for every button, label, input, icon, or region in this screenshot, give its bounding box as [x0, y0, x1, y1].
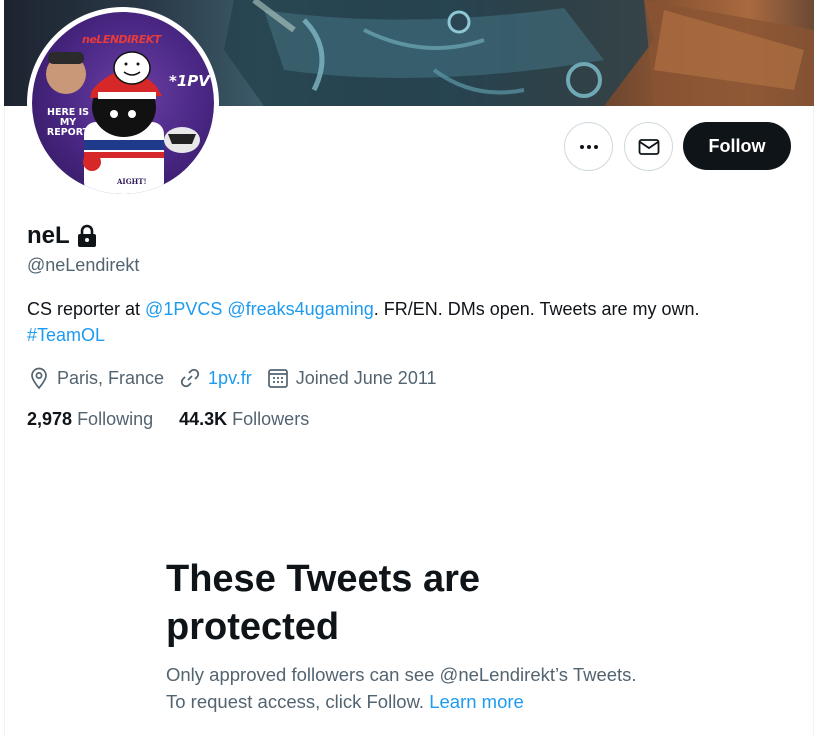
avatar[interactable]: neLENDIREKT *1PV HERE IS MY REPORT AIGHT… [27, 7, 219, 199]
protected-description: Only approved followers can see @neLendi… [166, 661, 646, 715]
avatar-tag-text: *1PV [169, 72, 210, 90]
following-link[interactable]: 2,978 Following [27, 409, 153, 430]
protected-title: These Tweets are protected [166, 558, 481, 648]
more-button[interactable] [564, 122, 613, 171]
joined-text: Joined June 2011 [295, 367, 437, 388]
mention-link-freaks4ugaming[interactable]: @freaks4ugaming [227, 299, 373, 319]
follow-counts: 2,978 Following 44.3K Followers [27, 409, 335, 430]
message-button[interactable] [624, 122, 673, 171]
bio-text: CS reporter at [27, 299, 146, 319]
hashtag-link[interactable]: #TeamOL [27, 325, 105, 345]
location-pin-icon [31, 367, 47, 390]
profile-bio: CS reporter at @1PVCS @freaks4ugaming. F… [27, 296, 797, 348]
followers-count: 44.3K [179, 409, 228, 429]
avatar-shirt-text: AIGHT! [117, 177, 147, 186]
protected-description-text: Only approved followers can see @neLendi… [166, 664, 637, 712]
avatar-report-text: HERE IS MY REPORT [46, 107, 90, 138]
envelope-icon [638, 138, 659, 155]
mention-link-1pvcs[interactable]: @1PVCS [145, 299, 222, 319]
following-count: 2,978 [27, 409, 73, 429]
user-handle: @neLendirekt [27, 255, 140, 275]
bio-text-suffix: . FR/EN. DMs open. Tweets are my own. [373, 299, 700, 319]
lock-icon [77, 224, 96, 247]
location-text: Paris, France [57, 367, 165, 388]
calendar-icon [267, 369, 288, 388]
learn-more-link[interactable]: Learn more [429, 691, 524, 712]
display-name-text: neL [27, 222, 70, 249]
profile-meta: Paris, France 1pv.fr Joined June 2011 [27, 366, 451, 390]
more-horizontal-icon [579, 144, 598, 149]
display-name: neL [27, 222, 98, 250]
followers-link[interactable]: 44.3K Followers [179, 409, 309, 430]
following-label: Following [77, 409, 154, 429]
avatar-brand-text: neLENDIREKT [82, 33, 161, 46]
follow-button[interactable]: Follow [683, 122, 791, 170]
location-item: Paris, France [27, 366, 164, 390]
joined-item: Joined June 2011 [266, 366, 437, 390]
avatar-image: neLENDIREKT *1PV HERE IS MY REPORT AIGHT… [32, 12, 214, 194]
website-link[interactable]: 1pv.fr [208, 368, 252, 389]
website-item: 1pv.fr [178, 366, 252, 390]
link-icon [180, 368, 200, 388]
followers-label: Followers [232, 409, 310, 429]
